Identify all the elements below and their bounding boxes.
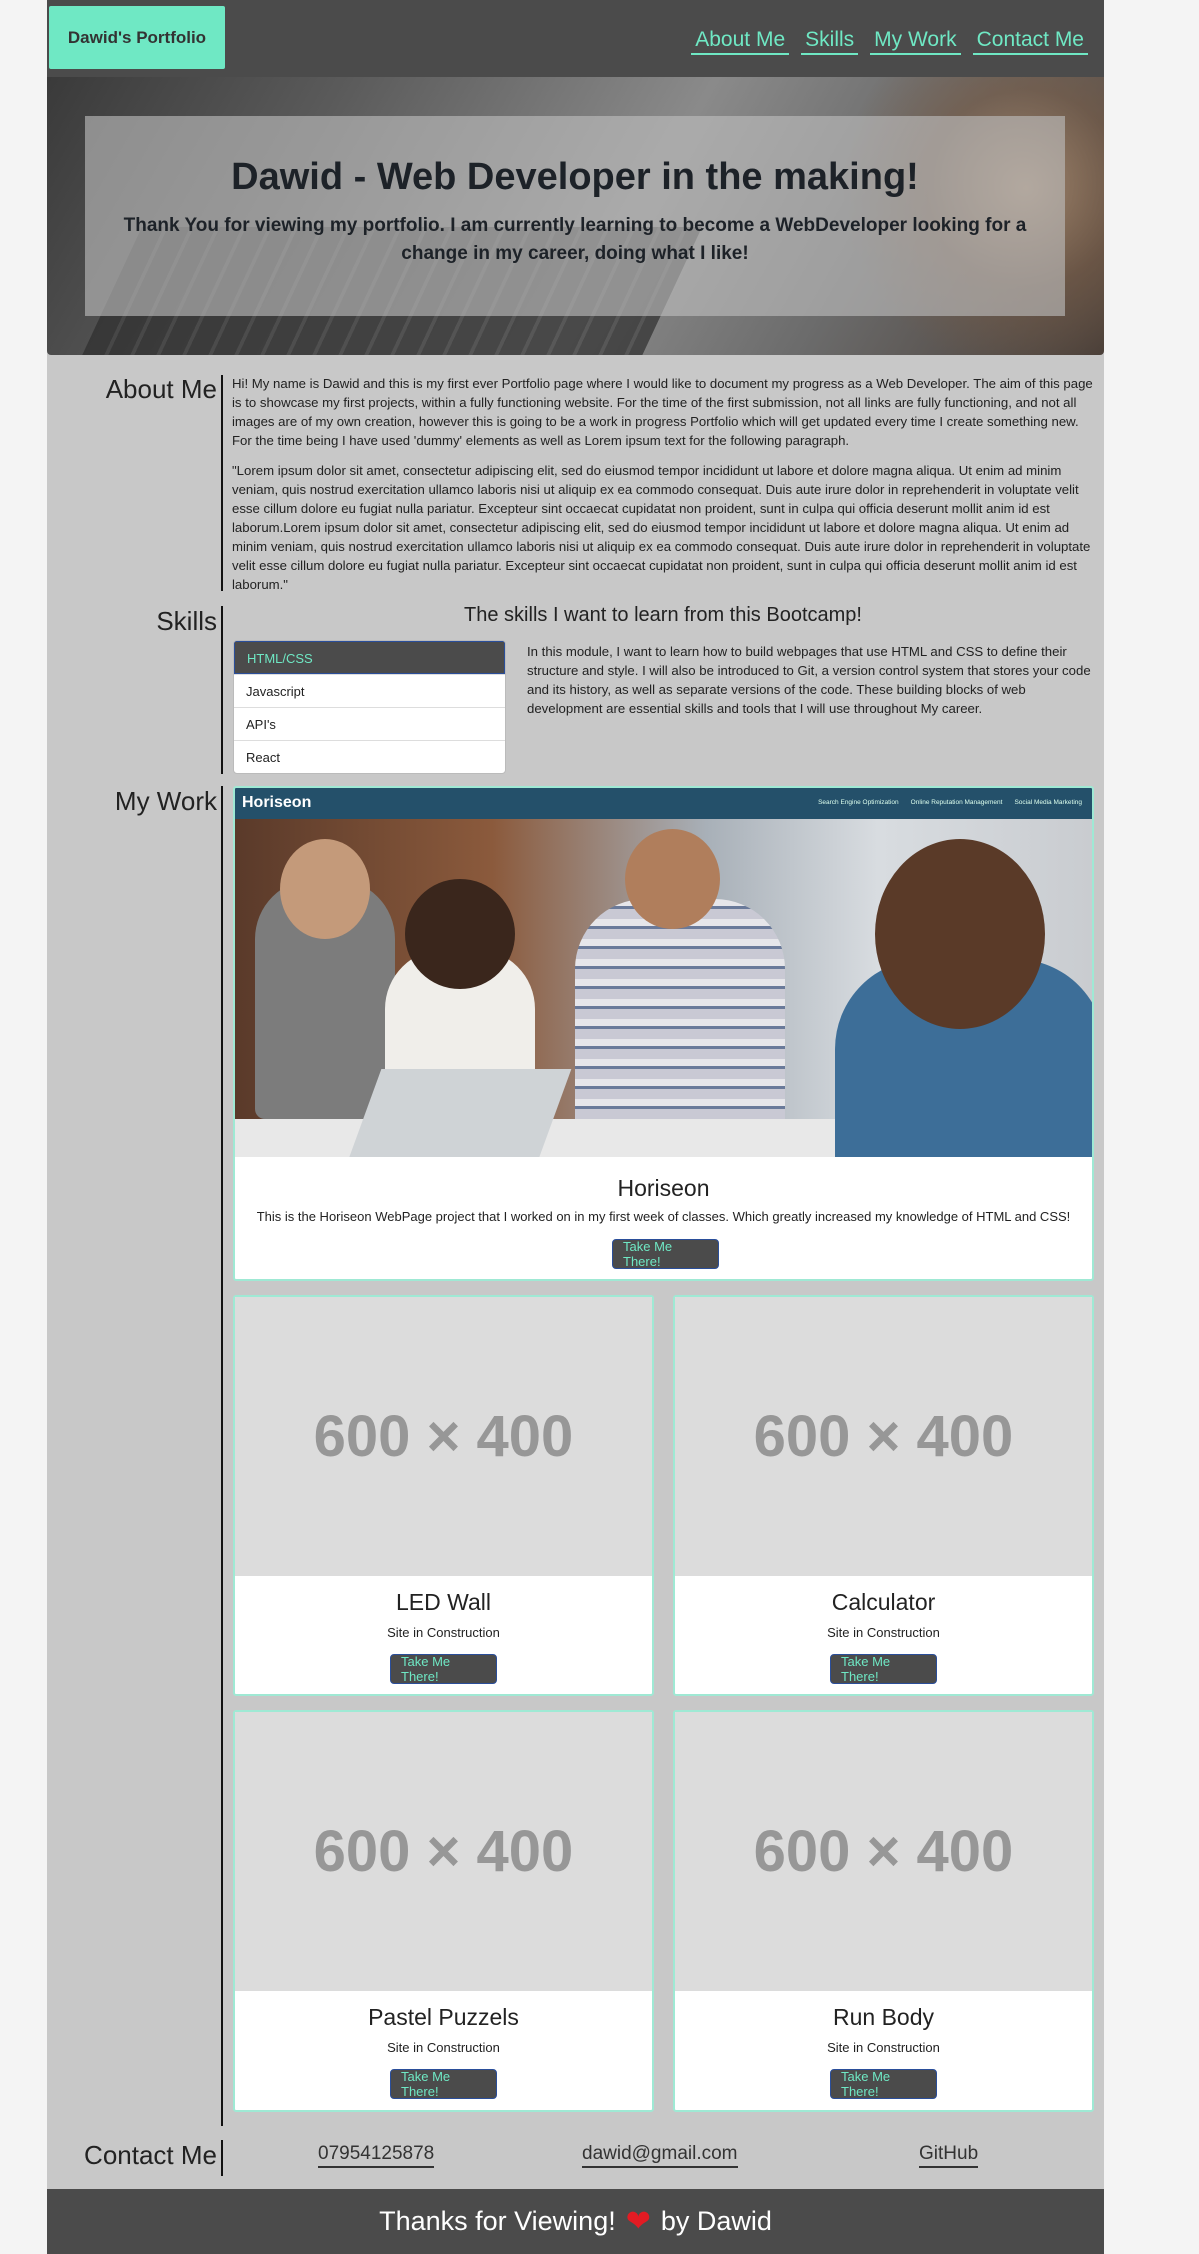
project-image-placeholder: 600 × 400 bbox=[235, 1712, 652, 1991]
horiseon-preview-photo bbox=[235, 819, 1092, 1157]
about-paragraph-1: Hi! My name is Dawid and this is my firs… bbox=[232, 376, 1093, 448]
main-nav: About Me Skills My Work Contact Me bbox=[679, 28, 1088, 55]
project-button[interactable]: Take Me There! bbox=[390, 2069, 497, 2099]
skills-title: The skills I want to learn from this Boo… bbox=[464, 604, 862, 626]
horiseon-preview-link: Social Media Marketing bbox=[1014, 799, 1082, 806]
photo-person bbox=[875, 839, 1045, 1029]
placeholder-text: 600 × 400 bbox=[313, 1819, 574, 1884]
featured-project-button[interactable]: Take Me There! bbox=[612, 1239, 719, 1269]
project-title: Run Body bbox=[832, 2004, 934, 2030]
placeholder-text: 600 × 400 bbox=[753, 1819, 1014, 1884]
site-header: Dawid's Portfolio About Me Skills My Wor… bbox=[47, 0, 1104, 77]
project-card-run-body: 600 × 400 Run Body Site in Construction … bbox=[673, 1710, 1094, 2112]
horiseon-preview-link: Online Reputation Management bbox=[910, 799, 1003, 806]
photo-person bbox=[625, 829, 720, 929]
skills-heading: Skills bbox=[156, 606, 217, 636]
nav-contact-me[interactable]: Contact Me bbox=[972, 28, 1088, 55]
horiseon-preview-header: Horiseon Search Engine Optimization Onli… bbox=[235, 788, 1092, 819]
footer-author-text: by Dawid bbox=[660, 2206, 772, 2236]
work-heading: My Work bbox=[114, 786, 217, 816]
photo-laptop bbox=[348, 1069, 572, 1157]
photo-person bbox=[405, 879, 515, 989]
about-heading: About Me bbox=[105, 374, 217, 404]
heart-icon: ❤ bbox=[625, 2205, 651, 2238]
brand-logo[interactable]: Dawid's Portfolio bbox=[49, 6, 225, 69]
featured-project-text: This is the Horiseon WebPage project tha… bbox=[256, 1209, 1071, 1224]
project-text: Site in Construction bbox=[827, 2040, 940, 2055]
nav-about-me[interactable]: About Me bbox=[691, 28, 790, 55]
page-container: Dawid's Portfolio About Me Skills My Wor… bbox=[47, 0, 1104, 2254]
project-title: Calculator bbox=[831, 1589, 936, 1615]
about-text: Hi! My name is Dawid and this is my firs… bbox=[232, 374, 1094, 605]
project-title: Pastel Puzzels bbox=[368, 2004, 519, 2030]
nav-my-work[interactable]: My Work bbox=[870, 28, 961, 55]
project-button[interactable]: Take Me There! bbox=[830, 1654, 937, 1684]
contact-heading: Contact Me bbox=[84, 2140, 217, 2170]
hero-overlay: Dawid - Web Developer in the making! Tha… bbox=[85, 116, 1065, 316]
work-divider bbox=[221, 786, 223, 2126]
skill-tab-apis[interactable]: API's bbox=[234, 707, 505, 740]
project-card-led-wall: 600 × 400 LED Wall Site in Construction … bbox=[233, 1295, 654, 1696]
skill-tab-javascript[interactable]: Javascript bbox=[234, 674, 505, 707]
project-text: Site in Construction bbox=[387, 2040, 500, 2055]
footer-thanks-text: Thanks for Viewing! bbox=[379, 2206, 616, 2236]
skill-tab-html-css[interactable]: HTML/CSS bbox=[234, 641, 505, 674]
site-footer: Thanks for Viewing! ❤ by Dawid bbox=[47, 2189, 1104, 2254]
contact-email-link[interactable]: dawid@gmail.com bbox=[582, 2143, 738, 2168]
placeholder-text: 600 × 400 bbox=[753, 1404, 1014, 1469]
project-image-placeholder: 600 × 400 bbox=[675, 1297, 1092, 1576]
photo-person bbox=[280, 839, 370, 939]
nav-skills[interactable]: Skills bbox=[801, 28, 859, 55]
horiseon-preview-link: Search Engine Optimization bbox=[818, 799, 899, 806]
horiseon-preview-logo: Horiseon bbox=[242, 794, 312, 811]
featured-project-card: Horiseon Search Engine Optimization Onli… bbox=[233, 786, 1094, 1281]
contact-divider bbox=[221, 2140, 223, 2176]
about-paragraph-2: "Lorem ipsum dolor sit amet, consectetur… bbox=[232, 463, 1091, 592]
project-image-placeholder: 600 × 400 bbox=[675, 1712, 1092, 1991]
project-button[interactable]: Take Me There! bbox=[390, 1654, 497, 1684]
placeholder-text: 600 × 400 bbox=[313, 1404, 574, 1469]
project-image-placeholder: 600 × 400 bbox=[235, 1297, 652, 1576]
project-text: Site in Construction bbox=[387, 1625, 500, 1640]
skills-divider bbox=[221, 606, 223, 774]
project-button[interactable]: Take Me There! bbox=[830, 2069, 937, 2099]
contact-github-link[interactable]: GitHub bbox=[919, 2143, 979, 2168]
project-card-calculator: 600 × 400 Calculator Site in Constructio… bbox=[673, 1295, 1094, 1696]
about-divider bbox=[221, 375, 223, 591]
hero-title: Dawid - Web Developer in the making! bbox=[231, 156, 919, 198]
project-text: Site in Construction bbox=[827, 1625, 940, 1640]
skills-list: HTML/CSS Javascript API's React bbox=[233, 640, 506, 774]
featured-project-title: Horiseon bbox=[617, 1175, 710, 1201]
project-card-pastel-puzzels: 600 × 400 Pastel Puzzels Site in Constru… bbox=[233, 1710, 654, 2112]
project-title: LED Wall bbox=[396, 1589, 491, 1615]
skill-tab-react[interactable]: React bbox=[234, 740, 505, 773]
hero-banner: Dawid - Web Developer in the making! Tha… bbox=[47, 77, 1104, 355]
horiseon-preview-nav: Search Engine Optimization Online Reputa… bbox=[818, 799, 1082, 806]
contact-phone-link[interactable]: 07954125878 bbox=[318, 2143, 435, 2168]
hero-subtitle: Thank You for viewing my portfolio. I am… bbox=[123, 215, 1027, 264]
skill-description: In this module, I want to learn how to b… bbox=[527, 644, 1091, 716]
